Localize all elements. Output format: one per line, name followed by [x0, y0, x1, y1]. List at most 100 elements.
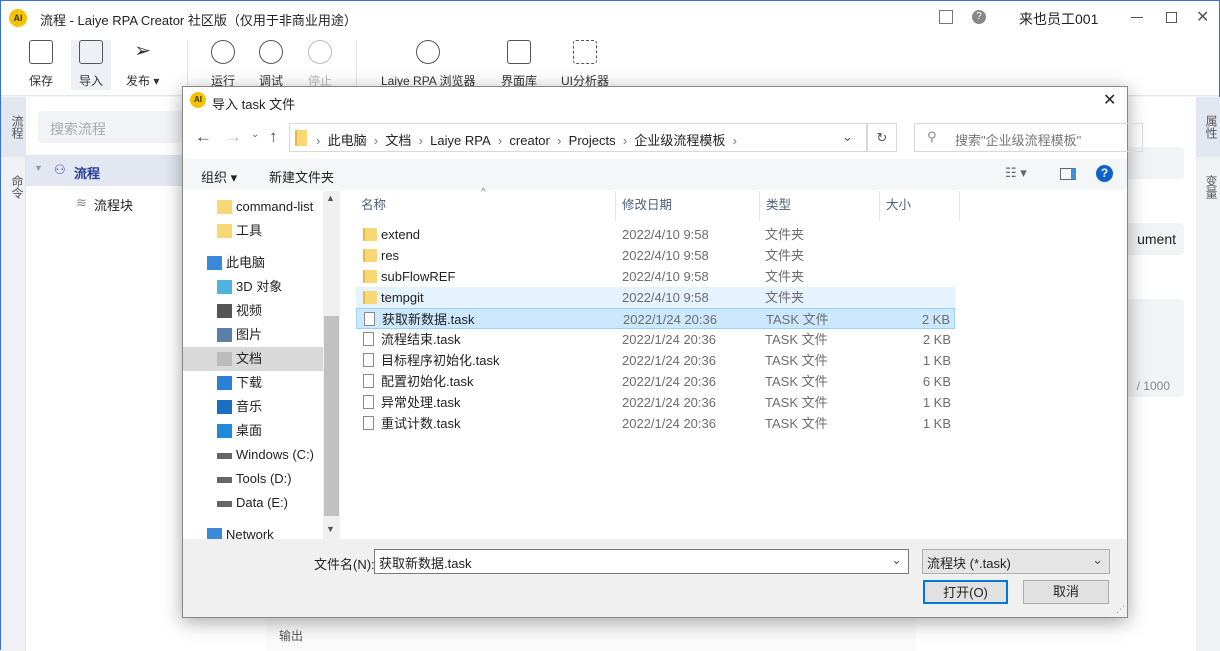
recent-locations-button[interactable]: ⌄ [251, 129, 259, 140]
run-button[interactable]: 运行 [211, 40, 235, 89]
file-type-select[interactable]: 流程块 (*.task) ⌄ [922, 549, 1110, 574]
import-button[interactable]: 导入 [71, 40, 111, 90]
back-button[interactable]: ← [195, 127, 212, 147]
save-button[interactable]: 保存 [29, 40, 53, 89]
folder-icon [217, 200, 232, 214]
ui-analyzer-icon [573, 40, 597, 64]
view-options-icon[interactable]: ☷ ▾ [1005, 165, 1027, 181]
file-type: 文件夹 [765, 248, 805, 263]
nav-item[interactable]: command-list [183, 195, 323, 219]
nav-item[interactable]: Data (E:) [183, 491, 323, 515]
nav-item[interactable]: 音乐 [183, 395, 323, 419]
save-label: 保存 [29, 74, 54, 88]
file-type: 文件夹 [765, 227, 805, 242]
tab-flow[interactable]: 流程 [1, 97, 26, 157]
file-name: 流程结束.task [381, 332, 461, 347]
nav-item[interactable]: 下载 [183, 371, 323, 395]
maximize-button[interactable] [1166, 12, 1177, 23]
address-dropdown-icon[interactable]: ⌄ [842, 129, 853, 145]
close-button[interactable]: ✕ [1196, 7, 1209, 27]
scroll-up-icon[interactable]: ▲ [326, 193, 335, 203]
nav-item[interactable]: 桌面 [183, 419, 323, 443]
file-row[interactable]: 目标程序初始化.task 2022/1/24 20:36 TASK 文件 1 KB [356, 350, 955, 371]
folder-icon [217, 224, 232, 238]
tab-variables[interactable]: 变量 [1196, 167, 1220, 207]
breadcrumb-item[interactable]: 企业级流程模板 [634, 133, 725, 148]
nav-item-label: 3D 对象 [236, 279, 283, 294]
tab-commands[interactable]: 命令 [1, 167, 26, 207]
file-date: 2022/4/10 9:58 [622, 248, 709, 263]
file-row[interactable]: res 2022/4/10 9:58 文件夹 [356, 245, 955, 266]
file-icon [363, 332, 374, 346]
new-folder-button[interactable]: 新建文件夹 [269, 167, 334, 186]
nav-item[interactable]: 视频 [183, 299, 323, 323]
open-button[interactable]: 打开(O) [923, 580, 1008, 604]
filename-input[interactable]: 获取新数据.task ⌄ [374, 549, 909, 574]
file-date: 2022/1/24 20:36 [622, 353, 716, 368]
breadcrumb-item[interactable]: 此电脑 [328, 133, 367, 148]
nav-item[interactable]: Windows (C:) [183, 443, 323, 467]
apps-icon[interactable] [939, 10, 953, 24]
file-date: 2022/1/24 20:36 [622, 332, 716, 347]
column-type[interactable]: 类型 [760, 191, 880, 221]
debug-button[interactable]: 调试 [259, 40, 283, 89]
nav-item[interactable]: Tools (D:) [183, 467, 323, 491]
nav-item[interactable]: 图片 [183, 323, 323, 347]
tab-properties[interactable]: 属性 [1196, 97, 1220, 157]
ui-analyzer-button[interactable]: UI分析器 [561, 40, 609, 89]
publish-button[interactable]: ➢ 发布 ▾ [126, 40, 159, 89]
folder-search-input[interactable]: ⚲ 搜索"企业级流程模板" [914, 123, 1143, 152]
stop-button[interactable]: 停止 [308, 40, 332, 89]
ui-library-button[interactable]: 界面库 [501, 40, 537, 89]
dialog-title: 导入 task 文件 [212, 97, 296, 112]
file-row[interactable]: 流程结束.task 2022/1/24 20:36 TASK 文件 2 KB [356, 329, 955, 350]
chevron-down-icon[interactable]: ⌄ [891, 552, 902, 568]
file-row[interactable]: tempgit 2022/4/10 9:58 文件夹 [356, 287, 955, 308]
resize-grip[interactable]: ⋰ [1116, 604, 1125, 615]
nav-item-label: 图片 [236, 327, 263, 342]
file-row[interactable]: 获取新数据.task 2022/1/24 20:36 TASK 文件 2 KB [356, 308, 955, 329]
breadcrumb-item[interactable]: creator [509, 133, 549, 148]
scrollbar-thumb[interactable] [324, 316, 339, 516]
scroll-down-icon[interactable]: ▼ [326, 524, 335, 534]
cancel-button[interactable]: 取消 [1023, 580, 1109, 604]
address-bar[interactable]: › 此电脑 › 文档 › Laiye RPA › creator › Proje… [289, 123, 867, 152]
search-placeholder: 搜索"企业级流程模板" [955, 133, 1082, 148]
nav-item-label: command-list [236, 199, 314, 214]
column-date[interactable]: 修改日期 [616, 191, 760, 221]
nav-item[interactable]: 此电脑 [183, 251, 323, 275]
file-icon [363, 374, 374, 388]
file-row[interactable]: 重试计数.task 2022/1/24 20:36 TASK 文件 1 KB [356, 413, 955, 434]
breadcrumb-item[interactable]: Projects [569, 133, 616, 148]
nav-item[interactable]: 工具 [183, 219, 323, 243]
3d-objects-icon [217, 280, 232, 294]
column-size[interactable]: 大小 [880, 191, 960, 221]
nav-item[interactable]: 文档 [183, 347, 323, 371]
nav-item[interactable]: 3D 对象 [183, 275, 323, 299]
file-row[interactable]: 配置初始化.task 2022/1/24 20:36 TASK 文件 6 KB [356, 371, 955, 392]
up-button[interactable]: ↑ [269, 127, 278, 147]
browser-button[interactable]: Laiye RPA 浏览器 [381, 40, 475, 89]
nav-scrollbar[interactable]: ▲ ▼ [323, 191, 340, 539]
file-row[interactable]: subFlowREF 2022/4/10 9:58 文件夹 [356, 266, 955, 287]
dialog-close-button[interactable]: ✕ [1103, 90, 1116, 110]
preview-pane-icon[interactable] [1060, 168, 1076, 180]
file-type: 文件夹 [765, 290, 805, 305]
file-name: 重试计数.task [381, 416, 461, 431]
user-name[interactable]: 来也员工001 [1019, 9, 1098, 29]
forward-button[interactable]: → [225, 127, 242, 147]
file-date: 2022/4/10 9:58 [622, 227, 709, 242]
breadcrumb-item[interactable]: Laiye RPA [430, 133, 490, 148]
refresh-button[interactable]: ↻ [867, 123, 897, 152]
command-bar: 组织 ▾ 新建文件夹 ☷ ▾ ? [183, 159, 1127, 190]
minimize-button[interactable] [1131, 17, 1143, 18]
organize-button[interactable]: 组织 ▾ [201, 167, 237, 186]
breadcrumb-item[interactable]: 文档 [385, 133, 411, 148]
output-panel-label[interactable]: 输出 [279, 627, 303, 644]
bug-icon [259, 40, 283, 64]
file-row[interactable]: 异常处理.task 2022/1/24 20:36 TASK 文件 1 KB [356, 392, 955, 413]
help-icon[interactable]: ? [1096, 165, 1113, 182]
file-row[interactable]: extend 2022/4/10 9:58 文件夹 [356, 224, 955, 245]
help-icon[interactable]: ? [972, 10, 986, 24]
collapse-icon[interactable]: ▼ [34, 163, 43, 173]
